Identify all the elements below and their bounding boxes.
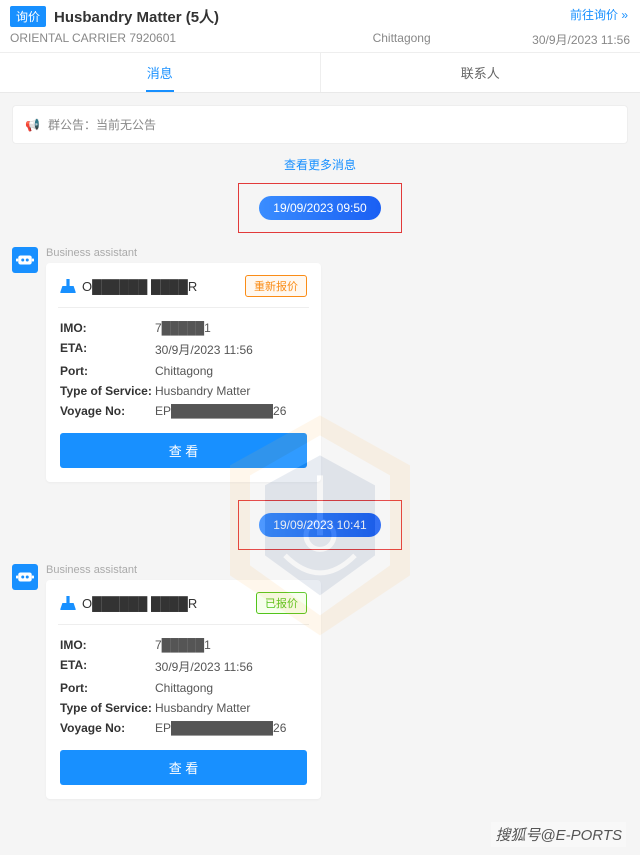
tab-contacts[interactable]: 联系人 (320, 53, 640, 92)
field-label-tos: Type of Service: (60, 384, 155, 398)
timestamp-pill: 19/09/2023 09:50 (259, 196, 380, 220)
timestamp-pill: 19/09/2023 10:41 (259, 513, 380, 537)
ship-icon (60, 279, 76, 293)
field-label-port: Port: (60, 364, 155, 378)
goto-inquiry-link[interactable]: 前往询价 » (570, 6, 628, 23)
field-value-tos: Husbandry Matter (155, 384, 307, 398)
divider (58, 624, 309, 625)
page-title: Husbandry Matter (5人) (54, 6, 219, 27)
field-label-port: Port: (60, 681, 155, 695)
goto-inquiry-label: 前往询价 (570, 8, 618, 22)
field-value-imo: 7█████1 (155, 321, 307, 335)
field-value-voy: EP████████████26 (155, 404, 307, 418)
inquiry-card: O██████ ████R 已报价 IMO:7█████1 ETA:30/9月/… (46, 580, 321, 799)
header-vessel: ORIENTAL CARRIER 7920601 (10, 31, 271, 48)
field-label-tos: Type of Service: (60, 701, 155, 715)
field-value-eta: 30/9月/2023 11:56 (155, 658, 307, 675)
inquiry-tag: 询价 (10, 6, 46, 27)
field-value-imo: 7█████1 (155, 638, 307, 652)
field-label-eta: ETA: (60, 658, 155, 675)
view-button[interactable]: 查 看 (60, 433, 307, 468)
field-label-voy: Voyage No: (60, 721, 155, 735)
field-value-tos: Husbandry Matter (155, 701, 307, 715)
field-label-imo: IMO: (60, 638, 155, 652)
timestamp-highlight: 19/09/2023 09:50 (238, 183, 401, 233)
message-item: Business assistant O██████ ████R 重新报价 IM… (0, 247, 640, 492)
header-port: Chittagong (271, 31, 532, 48)
load-more-link[interactable]: 查看更多消息 (0, 156, 640, 173)
message-scroll[interactable]: 📢 群公告： 当前无公告 查看更多消息 19/09/2023 09:50 Bus… (0, 93, 640, 845)
vessel-name: O██████ ████R (82, 596, 197, 611)
sender-name: Business assistant (46, 564, 628, 576)
header-datetime: 30/9月/2023 11:56 (532, 31, 630, 48)
status-badge: 重新报价 (245, 275, 307, 297)
view-button[interactable]: 查 看 (60, 750, 307, 785)
field-value-port: Chittagong (155, 681, 307, 695)
field-label-eta: ETA: (60, 341, 155, 358)
tabs: 消息 联系人 (0, 52, 640, 93)
field-label-imo: IMO: (60, 321, 155, 335)
footer-watermark: 搜狐号@E-PORTS (491, 822, 626, 847)
timestamp-highlight: 19/09/2023 10:41 (238, 500, 401, 550)
message-item: Business assistant O██████ ████R 已报价 IMO… (0, 564, 640, 809)
tab-messages[interactable]: 消息 (0, 53, 320, 92)
sender-name: Business assistant (46, 247, 628, 259)
vessel-name: O██████ ████R (82, 279, 197, 294)
field-value-port: Chittagong (155, 364, 307, 378)
status-badge: 已报价 (256, 592, 307, 614)
ship-icon (60, 596, 76, 610)
header: 询价 Husbandry Matter (5人) 前往询价 » ORIENTAL… (0, 0, 640, 52)
bot-avatar (12, 247, 38, 273)
field-value-eta: 30/9月/2023 11:56 (155, 341, 307, 358)
divider (58, 307, 309, 308)
field-value-voy: EP████████████26 (155, 721, 307, 735)
field-label-voy: Voyage No: (60, 404, 155, 418)
bot-avatar (12, 564, 38, 590)
announcement-text: 当前无公告 (96, 116, 156, 133)
inquiry-card: O██████ ████R 重新报价 IMO:7█████1 ETA:30/9月… (46, 263, 321, 482)
chevron-right-icon: » (621, 8, 628, 22)
announcement-prefix: 群公告： (48, 116, 96, 133)
group-announcement: 📢 群公告： 当前无公告 (12, 105, 628, 144)
speaker-icon: 📢 (25, 118, 40, 132)
